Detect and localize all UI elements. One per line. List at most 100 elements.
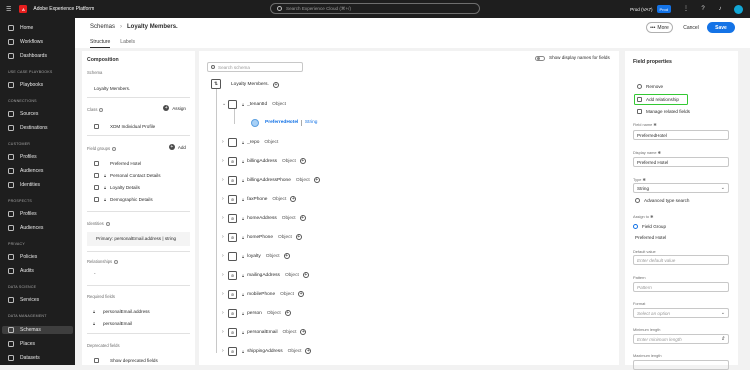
chevron-right-icon[interactable]: ›	[222, 177, 227, 183]
nav-item-home[interactable]: Home	[8, 24, 33, 32]
field-row-mobilephone[interactable]: › ⊘ 🔒︎ mobilePhone Object +	[222, 289, 305, 299]
add-field-button[interactable]: +	[295, 234, 302, 240]
stepper-icon[interactable]: ⇕	[721, 336, 725, 342]
class-checkbox[interactable]	[94, 124, 99, 129]
field-row-homephone[interactable]: › ⊘ 🔒︎ homePhone Object +	[222, 232, 302, 242]
field-group-radio[interactable]	[633, 224, 638, 229]
nav-item-dashboards[interactable]: Dashboards	[8, 52, 47, 60]
chevron-right-icon[interactable]: ›	[222, 310, 227, 316]
add-field-button[interactable]: +	[302, 272, 309, 278]
chevron-right-icon[interactable]: ›	[222, 348, 227, 354]
field-row-personalemail[interactable]: › ⊘ 🔒︎ personalEmail Object +	[222, 327, 307, 337]
schema-root-icon[interactable]: ⇅	[211, 79, 221, 89]
display-names-toggle[interactable]	[535, 56, 545, 61]
field-group-checkbox[interactable]	[94, 161, 99, 166]
avatar[interactable]	[734, 4, 743, 14]
class-name[interactable]: XDM Individual Profile	[110, 124, 155, 129]
info-icon[interactable]	[114, 259, 119, 264]
chevron-right-icon[interactable]: ›	[222, 158, 227, 164]
minimum-length-input[interactable]: Enter minimum length ⇕	[633, 334, 729, 344]
breadcrumb-schemas[interactable]: Schemas	[90, 24, 115, 30]
apps-grid-icon[interactable]: ⋮	[683, 6, 689, 12]
field-group-checkbox[interactable]	[94, 173, 99, 178]
add-field-button[interactable]: +	[313, 177, 320, 183]
add-field-button[interactable]: +	[299, 158, 306, 164]
show-deprecated-checkbox[interactable]	[94, 358, 99, 363]
field-group-checkbox[interactable]	[94, 197, 99, 202]
add-field-button[interactable]: +	[305, 348, 312, 354]
manage-related-fields-button[interactable]: Manage related fields	[637, 109, 690, 114]
nav-item-prospect-profiles[interactable]: Profiles	[8, 210, 37, 218]
cancel-button[interactable]: Cancel	[680, 22, 702, 33]
field-row-homeaddress[interactable]: › ⊘ 🔒︎ homeAddress Object +	[222, 213, 306, 223]
add-field-button[interactable]: +	[298, 291, 305, 297]
add-field-button[interactable]: +	[284, 310, 291, 316]
field-group-item[interactable]: Demographic Details	[110, 197, 153, 202]
more-button[interactable]: ••• More	[646, 22, 673, 33]
field-row-preferredhotel[interactable]: PreferredHotel String	[251, 118, 317, 127]
notifications-bell-icon[interactable]: ♪	[717, 6, 723, 12]
info-icon[interactable]	[105, 221, 110, 226]
add-field-button[interactable]: +	[299, 215, 306, 221]
nav-item-profiles[interactable]: Profiles	[8, 153, 37, 161]
add-field-group-button[interactable]: + Add	[168, 144, 186, 150]
nav-item-identities[interactable]: Identities	[8, 181, 40, 189]
chevron-right-icon[interactable]: ›	[222, 272, 227, 278]
chevron-right-icon[interactable]: ›	[222, 215, 227, 221]
nav-item-audiences[interactable]: Audiences	[8, 167, 43, 175]
nav-item-playbooks[interactable]: Playbooks	[8, 81, 43, 89]
field-group-item[interactable]: Loyalty Details	[110, 185, 140, 190]
schema-root-name[interactable]: Loyalty Members.	[231, 82, 269, 87]
field-row-person[interactable]: › ⊘ 🔒︎ person Object +	[222, 308, 291, 318]
chevron-right-icon[interactable]: ›	[222, 234, 227, 240]
nav-item-audits[interactable]: Audits	[8, 267, 34, 275]
add-field-button[interactable]: +	[300, 329, 307, 335]
format-select[interactable]: Select an option ⌄	[633, 308, 729, 318]
save-button[interactable]: Save	[707, 22, 735, 33]
type-select[interactable]: String ⌄	[633, 183, 729, 193]
add-relationship-button[interactable]: Add relationship	[637, 97, 679, 102]
adobe-logo[interactable]: A	[19, 5, 28, 13]
org-switcher[interactable]: Prod (VA7)	[630, 7, 652, 12]
nav-item-sources[interactable]: Sources	[8, 110, 38, 118]
add-field-button[interactable]: +	[283, 253, 290, 259]
add-field-button[interactable]: +	[290, 196, 297, 202]
pattern-input[interactable]: Pattern	[633, 282, 729, 292]
nav-item-schemas[interactable]: Schemas	[2, 326, 73, 334]
field-row-billingaddressphone[interactable]: › ⊘ 🔒︎ billingAddressPhone Object +	[222, 175, 320, 185]
nav-item-services[interactable]: Services	[8, 296, 39, 304]
default-value-input[interactable]: Enter default value	[633, 255, 729, 265]
chevron-right-icon[interactable]: ›	[222, 139, 227, 145]
chevron-right-icon[interactable]: ›	[222, 196, 227, 202]
nav-item-workflows[interactable]: Workflows	[8, 38, 43, 46]
chevron-down-icon[interactable]: ⌄	[222, 101, 227, 107]
field-row-loyalty[interactable]: › 🔒︎ loyalty Object +	[222, 251, 290, 261]
info-icon[interactable]	[112, 146, 117, 151]
field-name-input[interactable]: PreferredHotel	[633, 130, 729, 140]
advanced-type-search-link[interactable]: Advanced type search	[635, 198, 689, 203]
add-field-button[interactable]: +	[273, 82, 279, 88]
chevron-right-icon[interactable]: ›	[222, 329, 227, 335]
tab-labels[interactable]: Labels	[120, 39, 135, 48]
field-row-billingaddress[interactable]: › ⊘ 🔒︎ billingAddress Object +	[222, 156, 306, 166]
field-group-item[interactable]: Preferred Hotel	[110, 161, 141, 166]
field-row-tenantid[interactable]: ⌄ 🔒︎ _tenantId Object	[222, 99, 286, 109]
nav-item-destinations[interactable]: Destinations	[8, 124, 48, 132]
nav-item-policies[interactable]: Policies	[8, 253, 37, 261]
sandbox-badge[interactable]: Prod	[656, 5, 671, 13]
field-row-mailingaddress[interactable]: › ⊘ 🔒︎ mailingAddress Object +	[222, 270, 309, 280]
chevron-right-icon[interactable]: ›	[222, 253, 227, 259]
help-icon[interactable]: ?	[700, 6, 706, 12]
schema-search-input[interactable]: Search schema	[207, 62, 303, 72]
global-search-input[interactable]: Search Experience Cloud (⌘+/)	[270, 3, 480, 14]
info-icon[interactable]	[99, 107, 104, 112]
tab-structure[interactable]: Structure	[90, 39, 111, 48]
field-group-checkbox[interactable]	[94, 185, 99, 190]
chevron-right-icon[interactable]: ›	[222, 291, 227, 297]
maximum-length-input[interactable]	[633, 360, 729, 370]
sidebar-toggle-icon[interactable]: ☰	[6, 6, 11, 13]
nav-item-prospect-audiences[interactable]: Audiences	[8, 224, 43, 232]
assign-class-button[interactable]: + Assign	[163, 105, 186, 111]
field-row-repo[interactable]: › 🔒︎ _repo Object	[222, 137, 278, 147]
display-name-input[interactable]: Preferred Hotel	[633, 157, 729, 167]
